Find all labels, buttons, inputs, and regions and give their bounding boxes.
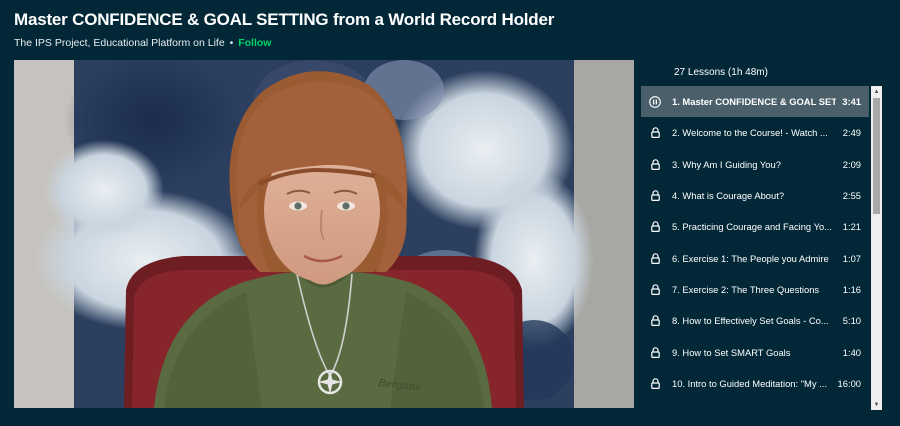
lock-icon [641,157,669,171]
lesson-item[interactable]: 9. How to Set SMART Goals 1:40 [641,336,869,367]
follow-button[interactable]: Follow [238,37,271,49]
lesson-duration: 3:41 [842,96,861,108]
lesson-duration: 1:40 [842,346,861,358]
video-frame: Bergans [14,60,634,408]
lesson-playlist[interactable]: 1. Master CONFIDENCE & GOAL SET... 3:41 2.… [641,86,882,410]
lesson-title: 8. How to Effectively Set Goals - Co... [672,315,829,327]
lesson-item[interactable]: 6. Exercise 1: The People you Admire 1:07 [641,242,869,273]
lesson-title: 9. How to Set SMART Goals [672,346,791,358]
lesson-title: 6. Exercise 1: The People you Admire [672,252,829,264]
lock-icon [641,314,669,328]
lesson-duration: 1:21 [842,221,861,233]
lesson-title: 5. Practicing Courage and Facing Yo... [672,221,832,233]
separator-dot: • [229,37,234,49]
playlist-header: 27 Lessons (1h 48m) [674,67,768,78]
lock-icon [641,345,669,359]
lesson-item[interactable]: 3. Why Am I Guiding You? 2:09 [641,149,869,180]
lesson-item[interactable]: 5. Practicing Courage and Facing Yo... 1:… [641,211,869,242]
lesson-item[interactable]: 7. Exercise 2: The Three Questions 1:16 [641,274,869,305]
lesson-duration: 2:09 [842,158,861,170]
lesson-duration: 16:00 [837,377,861,389]
course-title: Master CONFIDENCE & GOAL SETTING from a … [14,10,555,29]
lock-icon [641,376,669,390]
lock-icon [641,282,669,296]
video-player[interactable]: Bergans [14,60,634,408]
lock-icon [641,220,669,234]
lesson-duration: 1:16 [842,283,861,295]
lesson-title: 1. Master CONFIDENCE & GOAL SET... [672,96,837,108]
lesson-duration: 5:10 [842,315,861,327]
playlist-scrollbar[interactable]: ▲ ▼ [871,86,882,410]
lesson-item[interactable]: 8. How to Effectively Set Goals - Co... 5… [641,305,869,336]
lesson-duration: 1:07 [842,252,861,264]
pause-icon [641,95,669,109]
author-link[interactable]: The IPS Project, Educational Platform on… [14,37,225,49]
lesson-title: 3. Why Am I Guiding You? [672,158,781,170]
lesson-item[interactable]: 2. Welcome to the Course! - Watch ... 2:4… [641,117,869,148]
lesson-duration: 2:55 [842,190,861,202]
lock-icon [641,126,669,140]
byline: The IPS Project, Educational Platform on… [14,37,271,49]
lesson-title: 7. Exercise 2: The Three Questions [672,283,820,295]
lesson-item[interactable]: 1. Master CONFIDENCE & GOAL SET... 3:41 [641,86,869,118]
lock-icon [641,189,669,203]
lesson-title: 4. What is Courage About? [672,190,785,202]
lesson-title: 10. Intro to Guided Meditation: "My ... [672,377,827,389]
lesson-item[interactable]: 4. What is Courage About? 2:55 [641,180,869,211]
lock-icon [641,251,669,265]
scrollbar-thumb[interactable] [873,98,880,214]
scroll-down-arrow-icon[interactable]: ▼ [871,399,882,410]
compass-pendant [317,369,343,395]
lesson-item[interactable]: 10. Intro to Guided Meditation: "My ... 1… [641,368,869,399]
lesson-title: 2. Welcome to the Course! - Watch ... [672,127,828,139]
lesson-list: 1. Master CONFIDENCE & GOAL SET... 3:41 2.… [641,86,869,399]
lesson-duration: 2:49 [842,127,861,139]
scroll-up-arrow-icon[interactable]: ▲ [871,86,882,97]
